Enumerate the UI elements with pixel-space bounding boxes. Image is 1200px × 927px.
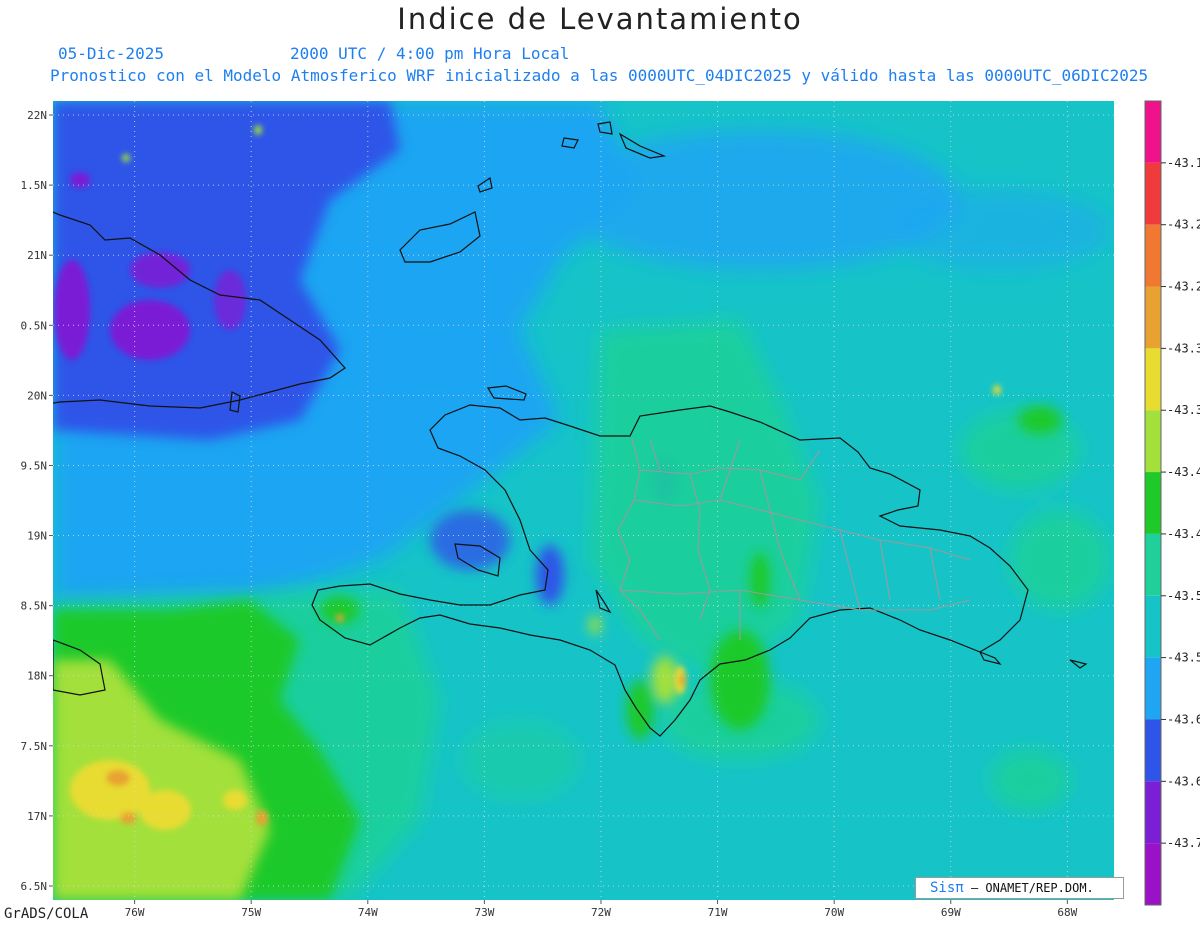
legend-colorbar: -43.1 -43.2 -43.2 -43.3 -43.3 -43.4 -43.4 -43.5… [1144,100,1200,906]
footer-attribution: Sisπ – ONAMET/REP.DOM. [915,877,1124,899]
lat-tick-label: 1.5N [21,179,48,192]
legend-swatch [1145,101,1161,163]
legend-swatch [1145,348,1161,411]
lifted-index-field [53,101,1114,900]
lon-tick-label: 73W [474,906,494,919]
legend-label: -43.2 [1167,280,1200,294]
legend-swatch [1145,781,1161,844]
lon-tick-label: 68W [1057,906,1077,919]
legend-label: -43.3 [1167,341,1200,355]
legend-swatch [1145,657,1161,720]
legend-label: -43.6 [1167,774,1200,788]
legend-swatch [1145,472,1161,534]
sispi-brand: Sisπ [930,880,964,896]
lon-tick-label: 71W [708,906,728,919]
legend-swatch [1145,162,1161,225]
lat-tick-label: 18N [27,670,47,683]
lon-tick-label: 70W [824,906,844,919]
lon-tick-label: 75W [241,906,261,919]
lat-tick-label: 6.5N [21,880,48,893]
lat-tick-label: 21N [27,249,47,262]
legend-label: -43.7 [1167,836,1200,850]
legend-swatch [1145,595,1161,658]
lat-tick-label: 19N [27,530,47,543]
lat-tick-label: 8.5N [21,600,48,613]
legend-label: -43.3 [1167,403,1200,417]
lat-tick-label: 17N [27,810,47,823]
lon-tick-label: 72W [591,906,611,919]
legend-swatch [1145,286,1161,349]
lat-tick-label: 7.5N [21,740,48,753]
legend-label: -43.2 [1167,218,1200,232]
legend-label: -43.5 [1167,651,1200,665]
legend-swatch [1145,410,1161,473]
lon-tick-label: 74W [358,906,378,919]
legend-label: -43.6 [1167,712,1200,726]
legend-label: -43.5 [1167,589,1200,603]
latitude-axis: 22N 1.5N 21N 0.5N 20N 9.5N 19N 8.5N 18N 7.5N 17N 6.… [21,109,53,893]
grads-credit: GrADS/COLA [4,906,89,922]
legend-label: -43.4 [1167,465,1200,479]
lat-tick-label: 0.5N [21,319,48,332]
lon-tick-label: 76W [125,906,145,919]
legend-swatch [1145,533,1161,596]
footer-org: – ONAMET/REP.DOM. [970,881,1094,895]
lon-tick-label: 69W [941,906,961,919]
legend-swatch [1145,224,1161,287]
longitude-axis: 76W 75W 74W 73W 72W 71W 70W 69W 68W [125,900,1078,919]
lat-tick-label: 22N [27,109,47,122]
legend-swatch [1145,843,1161,905]
lat-tick-label: 20N [27,389,47,402]
legend-label: -43.4 [1167,527,1200,541]
legend-label: -43.1 [1167,156,1200,170]
lat-tick-label: 9.5N [21,459,48,472]
legend-swatch [1145,719,1161,782]
map-graphic: 22N 1.5N 21N 0.5N 20N 9.5N 19N 8.5N 18N 7.5N 17N 6.… [21,100,1200,919]
